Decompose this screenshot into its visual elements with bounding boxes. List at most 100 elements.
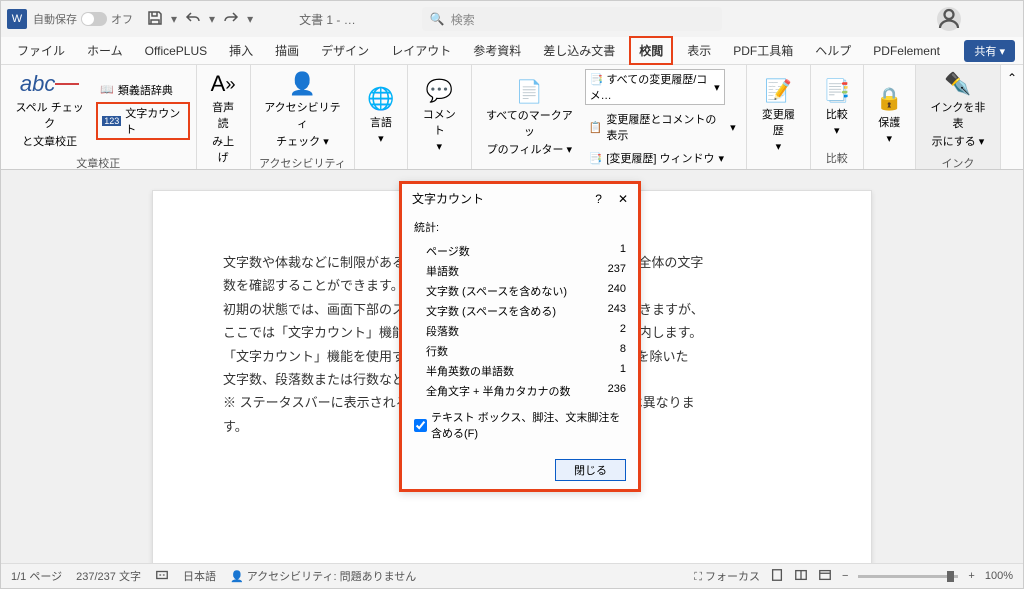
edit-icon: 📝: [765, 78, 792, 104]
tab-references[interactable]: 参考資料: [465, 38, 529, 63]
stat-chars-nospace: 文字数 (スペースを含めない)240: [414, 281, 626, 301]
group-changes: 📝変更履歴▾: [747, 65, 811, 169]
count-icon: 123: [102, 116, 121, 126]
tab-pdf[interactable]: PDF工具箱: [725, 38, 801, 63]
web-layout-icon[interactable]: [818, 568, 832, 585]
redo-icon[interactable]: [223, 10, 239, 29]
read-aloud-button[interactable]: A»音声読み上げ: [203, 69, 244, 167]
thesaurus-button[interactable]: 📖類義語辞典: [96, 81, 189, 99]
search-input[interactable]: 🔍 検索: [422, 7, 722, 31]
tab-view[interactable]: 表示: [679, 38, 719, 63]
book-icon: 📖: [100, 83, 114, 96]
word-count-dialog: 文字カウント ? ✕ 統計: ページ数1 単語数237 文字数 (スペースを含め…: [399, 181, 641, 492]
save-icon[interactable]: [147, 10, 163, 29]
group-comment: 💬コメント▾: [408, 65, 472, 169]
protect-button[interactable]: 🔒保護▾: [870, 84, 909, 147]
stat-halfwidth: 半角英数の単語数1: [414, 361, 626, 381]
tab-draw[interactable]: 描画: [267, 38, 307, 63]
comment-icon: 💬: [426, 78, 453, 104]
collapse-ribbon-icon[interactable]: ⌃: [1001, 65, 1023, 169]
group-accessibility: 👤アクセシビリティチェック ▾ アクセシビリティ: [251, 65, 355, 169]
speaker-icon: A»: [211, 71, 236, 97]
group-language: 🌐言語▾: [355, 65, 407, 169]
group-proofing: abc スペル チェックと文章校正 📖類義語辞典 123文字カウント 文章校正: [1, 65, 197, 169]
track-changes-button[interactable]: 📝変更履歴▾: [753, 76, 804, 155]
close-icon[interactable]: ✕: [618, 192, 628, 206]
include-textboxes-checkbox[interactable]: テキスト ボックス、脚注、文末脚注を含める(F): [414, 409, 626, 441]
group-compare: 📑比較▾ 比較: [811, 65, 863, 169]
tab-layout[interactable]: レイアウト: [383, 38, 459, 63]
search-icon: 🔍: [430, 12, 445, 26]
text-predict-icon[interactable]: [155, 568, 169, 585]
word-count-button[interactable]: 123文字カウント: [96, 102, 189, 140]
dropdown-icon[interactable]: ▾: [209, 12, 215, 26]
pane-icon: 📑: [589, 152, 603, 165]
document-title: 文書 1 - …: [299, 11, 356, 28]
accessibility-icon: 👤: [289, 71, 316, 97]
compare-button[interactable]: 📑比較▾: [817, 76, 856, 139]
group-speech: A»音声読み上げ 音声: [197, 65, 251, 169]
spellcheck-icon: abc: [20, 71, 79, 97]
zoom-level[interactable]: 100%: [985, 570, 1013, 582]
tab-file[interactable]: ファイル: [9, 38, 73, 63]
stat-chars-space: 文字数 (スペースを含める)243: [414, 301, 626, 321]
tab-design[interactable]: デザイン: [313, 38, 377, 63]
dropdown-icon[interactable]: ▾: [171, 12, 177, 26]
word-count-status[interactable]: 237/237 文字: [76, 568, 141, 584]
share-button[interactable]: 共有 ▾: [964, 40, 1015, 62]
spellcheck-button[interactable]: abc スペル チェックと文章校正: [7, 69, 92, 151]
title-right: [937, 7, 1017, 31]
undo-icon[interactable]: [185, 10, 201, 29]
markup-filter-button[interactable]: 📄すべてのマークアップのフィルター ▾: [478, 77, 581, 159]
more-icon[interactable]: ▾: [247, 12, 253, 26]
page-indicator[interactable]: 1/1 ページ: [11, 568, 62, 584]
dialog-title-text: 文字カウント: [412, 190, 484, 207]
language-status[interactable]: 日本語: [183, 568, 216, 584]
zoom-slider[interactable]: [858, 575, 958, 578]
ink-icon: ✒️: [944, 71, 971, 97]
tab-home[interactable]: ホーム: [79, 38, 131, 63]
group-tracking: 📄すべてのマークアップのフィルター ▾ 📑 すべての変更履歴/コメ…▾ 📋変更履…: [472, 65, 747, 169]
globe-icon: 🌐: [367, 86, 394, 112]
read-mode-icon[interactable]: [794, 568, 808, 585]
group-ink: ✒️インクを非表示にする ▾ インク: [916, 65, 1001, 169]
zoom-out-button[interactable]: −: [842, 570, 848, 582]
language-button[interactable]: 🌐言語▾: [361, 84, 400, 147]
comment-button[interactable]: 💬コメント▾: [414, 76, 465, 155]
close-button[interactable]: 閉じる: [555, 459, 626, 481]
tab-review[interactable]: 校閲: [629, 36, 673, 65]
tab-mailings[interactable]: 差し込み文書: [535, 38, 623, 63]
toggle-switch[interactable]: [81, 12, 107, 26]
hide-ink-button[interactable]: ✒️インクを非表示にする ▾: [922, 69, 994, 151]
help-icon[interactable]: ?: [595, 192, 602, 206]
markup-view-dropdown[interactable]: 📑 すべての変更履歴/コメ…▾: [585, 69, 725, 105]
title-bar: W 自動保存 オフ ▾ ▾ ▾ 文書 1 - … 🔍 検索: [1, 1, 1023, 37]
ribbon: abc スペル チェックと文章校正 📖類義語辞典 123文字カウント 文章校正 …: [1, 65, 1023, 170]
dialog-titlebar: 文字カウント ? ✕: [402, 184, 638, 213]
accessibility-button[interactable]: 👤アクセシビリティチェック ▾: [257, 69, 348, 151]
print-layout-icon[interactable]: [770, 568, 784, 585]
stat-words: 単語数237: [414, 261, 626, 281]
tab-officeplus[interactable]: OfficePLUS: [137, 40, 215, 62]
stat-paragraphs: 段落数2: [414, 321, 626, 341]
status-bar: 1/1 ページ 237/237 文字 日本語 👤 アクセシビリティ: 問題ありま…: [1, 563, 1023, 588]
quick-access-toolbar: ▾ ▾ ▾: [147, 10, 253, 29]
focus-mode-button[interactable]: ⛶ フォーカス: [694, 568, 760, 584]
reviewing-pane-button[interactable]: 📑[変更履歴] ウィンドウ ▾: [585, 149, 740, 167]
stat-fullwidth: 全角文字 + 半角カタカナの数236: [414, 381, 626, 401]
list-icon: 📋: [589, 121, 603, 134]
ribbon-tabs: ファイル ホーム OfficePLUS 挿入 描画 デザイン レイアウト 参考資…: [1, 37, 1023, 65]
user-avatar[interactable]: [937, 7, 961, 31]
zoom-in-button[interactable]: +: [968, 570, 974, 582]
app-window: W 自動保存 オフ ▾ ▾ ▾ 文書 1 - … 🔍 検索 ファイル ホーム O…: [0, 0, 1024, 589]
compare-icon: 📑: [823, 78, 850, 104]
autosave-toggle[interactable]: 自動保存 オフ: [33, 11, 133, 27]
stat-pages: ページ数1: [414, 241, 626, 261]
tab-insert[interactable]: 挿入: [221, 38, 261, 63]
accessibility-status[interactable]: 👤 アクセシビリティ: 問題ありません: [230, 568, 416, 584]
show-markup-button[interactable]: 📋変更履歴とコメントの表示 ▾: [585, 110, 740, 144]
tab-help[interactable]: ヘルプ: [807, 38, 859, 63]
tab-pdfelement[interactable]: PDFelement: [865, 40, 948, 62]
lock-icon: 🔒: [876, 86, 903, 112]
word-app-icon: W: [7, 9, 27, 29]
